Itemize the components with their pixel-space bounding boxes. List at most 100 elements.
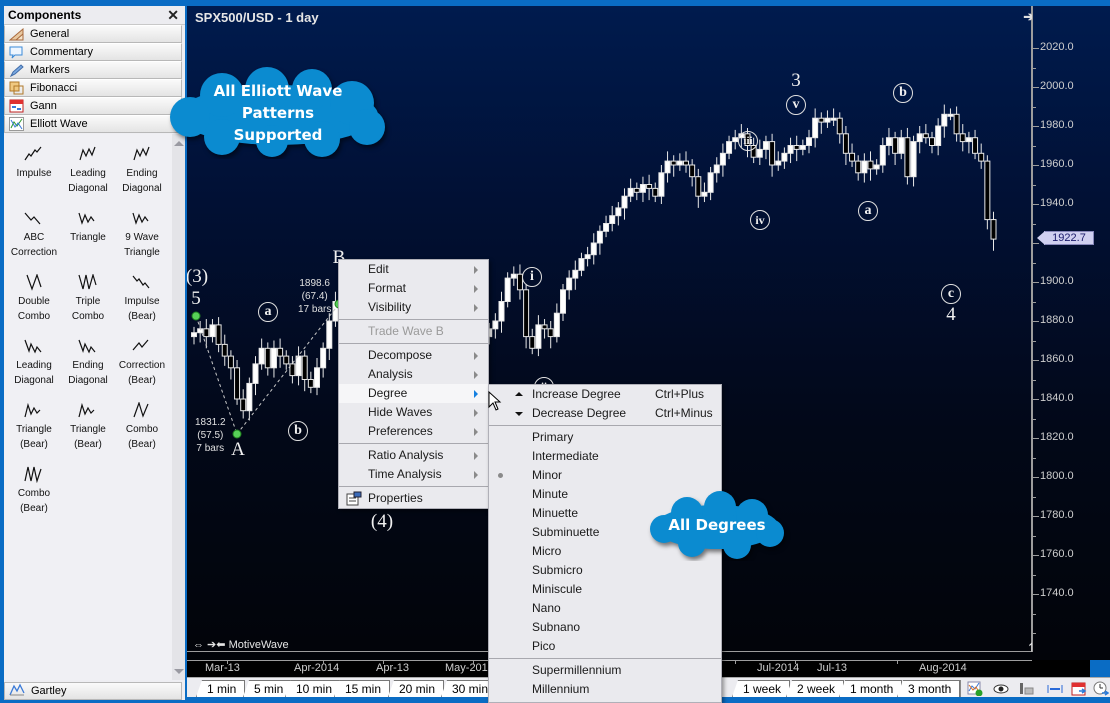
wave-circle-c2[interactable]: c [941,284,961,304]
menu-item-format[interactable]: Format [339,279,488,298]
fibonacci-icon [8,81,24,95]
menu-item-properties[interactable]: Properties [339,489,488,508]
pattern-impulse[interactable]: Impulse [6,146,62,181]
wave-circle-iv[interactable]: iv [750,210,770,230]
pattern-impulse-bear[interactable]: Impulse (Bear) [114,274,170,324]
menu-item-analysis[interactable]: Analysis [339,365,488,384]
wave-label-3-paren[interactable]: (3) [187,266,208,288]
degree-item-supermillennium[interactable]: Supermillennium [489,661,721,680]
pattern-abc-correction[interactable]: ABC Correction [6,210,62,260]
timeframe-tab-1-week[interactable]: 1 week [732,680,791,697]
pattern-triangle-bear[interactable]: Triangle (Bear) [60,402,116,452]
degree-item-nano[interactable]: Nano [489,599,721,618]
menu-item-hide-waves[interactable]: Hide Waves [339,403,488,422]
wave-b-bars: 17 bars [298,304,332,315]
wave-circle-a[interactable]: a [258,302,278,322]
decrease-degree-label: Decrease Degree [532,406,627,420]
wave-label-a[interactable]: A [231,439,245,461]
menu-item-edit[interactable]: Edit [339,260,488,279]
wave-circle-b2[interactable]: b [893,83,913,103]
category-elliott-wave[interactable]: Elliott Wave [4,115,182,133]
wave-b-change: (67.4) [301,291,328,302]
degree-item-intermediate[interactable]: Intermediate [489,447,721,466]
timeframe-tab-10-min[interactable]: 10 min [285,680,342,697]
category-general[interactable]: General [4,25,182,43]
chart-footer-brand: ⇔ ➔⬅ MotiveWave [193,638,289,651]
degree-item-submicro[interactable]: Submicro [489,561,721,580]
degree-item-pico[interactable]: Pico [489,637,721,656]
timeframe-tab-3-month[interactable]: 3 month [897,680,961,697]
category-gann[interactable]: Gann [4,97,182,115]
callout-elliott-wave: All Elliott Wave Patterns Supported [162,67,394,159]
menu-item-visibility[interactable]: Visibility [339,298,488,317]
wave-circle-i[interactable]: i [522,267,542,287]
wave-circle-b[interactable]: b [288,421,308,441]
pattern-ending-diagonal[interactable]: Ending Diagonal [60,338,116,388]
wave-label-5[interactable]: 5 [191,288,201,310]
pattern-triple-combo[interactable]: Triple Combo [60,274,116,324]
bar-settings-icon[interactable] [1018,681,1034,696]
timeframe-tab-5-min[interactable]: 5 min [243,680,293,697]
wave-point-5[interactable] [191,311,201,321]
pencil-icon [8,63,24,77]
pattern-leading-diagonal[interactable]: Leading Diagonal [6,338,62,388]
calendar-icon[interactable] [1071,681,1087,696]
menu-item-decompose[interactable]: Decompose [339,346,488,365]
wave-label-3[interactable]: 3 [791,70,801,92]
pattern-combo-bear[interactable]: Combo (Bear) [114,402,170,452]
degree-item-subnano[interactable]: Subnano [489,618,721,637]
decrease-degree-shortcut: Ctrl+Minus [655,406,713,420]
wave-label-4[interactable]: 4 [946,304,956,326]
gann-calendar-icon [8,99,24,113]
menu-item-degree[interactable]: Degree [339,384,488,403]
increase-degree-item[interactable]: Increase Degree Ctrl+Plus [489,385,721,404]
gartley-icon [9,683,25,699]
pattern-combo-bear[interactable]: Combo (Bear) [6,466,62,516]
degree-item-miniscule[interactable]: Miniscule [489,580,721,599]
pattern-triangle-bear[interactable]: Triangle (Bear) [6,402,62,452]
wave-circle-v[interactable]: v [786,95,806,115]
menu-item-label: Properties [368,491,423,505]
decrease-degree-item[interactable]: Decrease Degree Ctrl+Minus [489,404,721,423]
category-fibonacci[interactable]: Fibonacci [4,79,182,97]
wave-label-4-paren[interactable]: (4) [371,511,393,533]
timeframe-tab-15-min[interactable]: 15 min [334,680,391,697]
pattern-9-wave-triangle[interactable]: 9 Wave Triangle [114,210,170,260]
wave-circle-a2[interactable]: a [858,201,878,221]
pattern-correction-bear[interactable]: Correction (Bear) [114,338,170,388]
category-commentary[interactable]: Commentary [4,43,182,61]
pan-arrows-icon[interactable]: ⇔ ➔⬅ [193,639,226,651]
menu-item-ratio-analysis[interactable]: Ratio Analysis [339,446,488,465]
timeframe-tab-2-week[interactable]: 2 week [786,680,845,697]
degree-item-primary[interactable]: Primary [489,428,721,447]
price-tick [1032,594,1039,595]
wave-circle-iii[interactable]: iii [738,131,758,151]
add-study-icon[interactable] [967,681,983,696]
category-markers[interactable]: Markers [4,61,182,79]
wave-pattern-icon [24,339,42,354]
pattern-leading-diagonal[interactable]: Leading Diagonal [60,146,116,196]
price-label: 1960.0 [1040,158,1074,170]
price-axis[interactable]: 1922.7 2020.0 2000.0 1980.0 1960.0 1940.0 190… [1032,6,1110,660]
eye-icon[interactable] [993,681,1009,696]
speech-bubble-icon [8,45,24,59]
pattern-label-line2: Diagonal [14,375,54,386]
pattern-triangle[interactable]: Triangle [60,210,116,245]
menu-item-label: Analysis [368,367,413,381]
menu-item-preferences[interactable]: Preferences [339,422,488,441]
degree-item-millennium[interactable]: Millennium [489,680,721,699]
timeframe-tab-20-min[interactable]: 20 min [388,680,445,697]
clock-icon[interactable] [1093,681,1109,696]
menu-item-time-analysis[interactable]: Time Analysis [339,465,488,484]
timeframe-tab-1-min[interactable]: 1 min [196,680,246,697]
scroll-down-icon[interactable] [174,669,184,674]
degree-item-minor[interactable]: Minor [489,466,721,485]
category-gartley[interactable]: Gartley [4,682,182,700]
timeframe-tab-1-month[interactable]: 1 month [839,680,903,697]
close-icon[interactable]: ✕ [167,7,179,24]
extra-degree-list: Supermillennium Millennium [489,661,721,699]
pattern-scrollbar[interactable] [172,134,185,680]
wave-point-a[interactable] [232,429,242,439]
fit-width-icon[interactable] [1047,681,1063,696]
pattern-double-combo[interactable]: Double Combo [6,274,62,324]
